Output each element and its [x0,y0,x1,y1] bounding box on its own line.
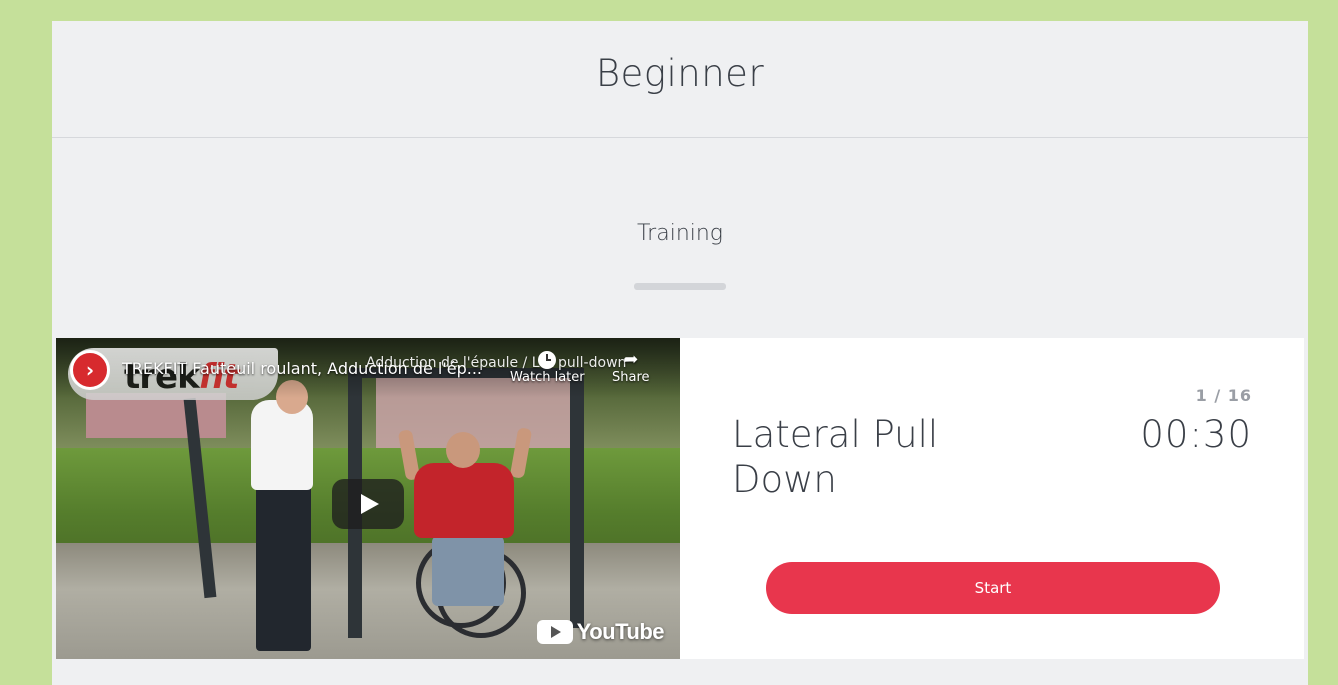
section-title: Training [636,221,724,246]
exercise-name: Lateral Pull Down [732,413,939,501]
exercise-counter: 1 / 16 [1195,386,1252,405]
video-player[interactable]: trekfit › Adduction de l'épaule / Lat pu… [56,338,680,659]
exercise-info: 1 / 16 Lateral Pull Down 00:30 Start [680,338,1304,659]
exercise-timer: 00:30 [1140,413,1252,456]
exercise-card: trekfit › Adduction de l'épaule / Lat pu… [56,338,1304,659]
video-person-standing [256,486,311,651]
workout-panel: Beginner Training trekfit › Adduction de… [52,21,1308,685]
start-button[interactable]: Start [766,562,1220,614]
watch-later-button[interactable]: Watch later [510,350,585,385]
video-person-standing [251,400,313,490]
watch-later-label: Watch later [510,370,585,385]
page-title: Beginner [595,51,765,95]
video-scene-pole [570,368,584,628]
play-button[interactable] [332,479,404,529]
youtube-label: YouTube [576,619,665,644]
youtube-logo[interactable]: YouTube [536,619,665,645]
video-person-seated [414,463,514,538]
video-person-head [446,432,480,468]
clock-icon [537,350,557,370]
share-arrow-icon: ➦ [623,349,639,370]
youtube-icon [536,620,573,644]
section-underline [634,283,726,290]
share-label: Share [612,370,650,385]
page-header: Beginner [52,21,1308,138]
video-person-seated [432,536,504,606]
video-title[interactable]: TREKFIT Fauteuil roulant, Adduction de l… [122,359,482,378]
share-button[interactable]: ➦ Share [612,349,650,386]
channel-avatar-icon[interactable]: › [70,350,110,390]
